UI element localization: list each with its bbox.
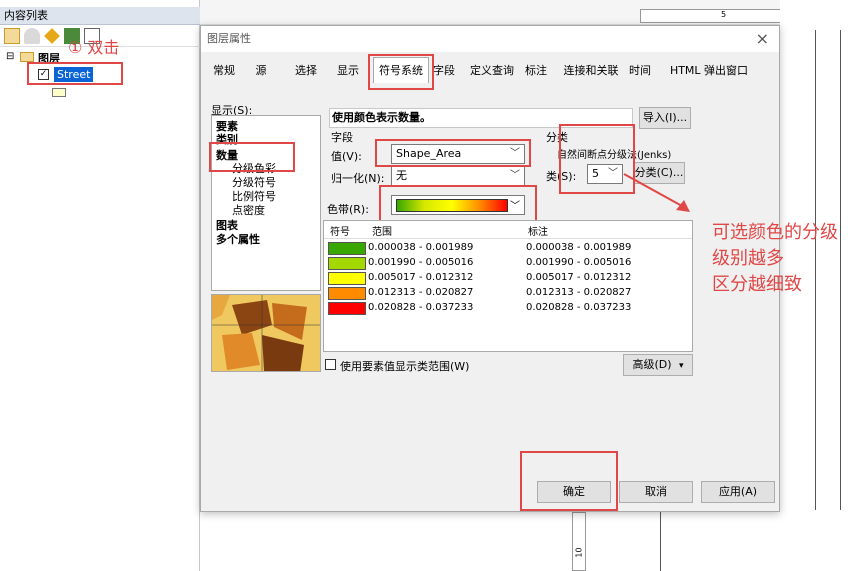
cancel-button[interactable]: 取消 <box>619 481 693 503</box>
vertical-ruler: 10 <box>572 512 586 571</box>
highlight-box-layer <box>27 62 123 85</box>
apply-button[interactable]: 应用(A) <box>701 481 775 503</box>
header-symbol: 符号 <box>330 227 350 238</box>
tab-source[interactable]: 源 <box>249 61 273 81</box>
class-swatch[interactable] <box>328 302 366 315</box>
normalization-selected: 无 <box>396 169 407 182</box>
range-cell: 0.001990 - 0.005016 <box>368 257 474 268</box>
highlight-box-graduated-colors <box>209 142 295 172</box>
tab-general[interactable]: 常规 <box>209 61 239 81</box>
header-label: 标注 <box>528 227 548 238</box>
color-ramp-label: 色带(R): <box>327 203 369 216</box>
annotation-double-click: ① 双击 <box>68 38 120 57</box>
toc-title: 内容列表 <box>0 7 200 25</box>
class-swatch[interactable] <box>328 287 366 300</box>
class-swatch[interactable] <box>328 272 366 285</box>
ruler-tick-v10: 10 <box>574 547 584 558</box>
range-cell: 0.020828 - 0.037233 <box>368 302 474 313</box>
class-rows: 0.000038 - 0.001989 0.000038 - 0.001989 … <box>324 241 692 315</box>
tab-labels[interactable]: 标注 <box>521 61 551 81</box>
annotation-arrow <box>623 173 690 212</box>
label-cell: 0.012313 - 0.020827 <box>526 287 632 298</box>
close-icon[interactable]: × <box>756 29 769 48</box>
value-label: 值(V): <box>331 150 362 163</box>
table-row[interactable]: 0.000038 - 0.001989 0.000038 - 0.001989 <box>324 241 692 256</box>
annotation-note-line2: 级别越多 <box>712 248 784 269</box>
range-cell: 0.012313 - 0.020827 <box>368 287 474 298</box>
layer-properties-dialog: 图层属性 × 常规 源 选择 显示 符号系统 字段 定义查询 标注 连接和关联 … <box>200 25 780 512</box>
highlight-box-value-field <box>375 139 531 167</box>
header-range: 范围 <box>372 227 392 238</box>
preview-map-image <box>211 294 321 372</box>
field-group-label: 字段 <box>331 131 353 144</box>
show-class-ranges-checkbox[interactable] <box>325 359 336 370</box>
layer-symbol-swatch <box>52 88 66 97</box>
chevron-down-icon: ▾ <box>679 361 684 371</box>
tree-item-dot-density[interactable]: 点密度 <box>232 202 265 218</box>
label-cell: 0.005017 - 0.012312 <box>526 272 632 283</box>
import-button[interactable]: 导入(I)... <box>639 107 691 129</box>
table-row[interactable]: 0.001990 - 0.005016 0.001990 - 0.005016 <box>324 256 692 271</box>
list-by-source-icon[interactable] <box>24 28 40 44</box>
class-table: 符号 范围 标注 0.000038 - 0.001989 0.000038 - … <box>323 220 693 352</box>
table-row[interactable]: 0.020828 - 0.037233 0.020828 - 0.037233 <box>324 301 692 316</box>
highlight-box-color-ramp <box>379 185 537 223</box>
tab-joins-relates[interactable]: 连接和关联 <box>561 61 621 81</box>
normalization-combo[interactable]: 无 ﹀ <box>391 166 525 186</box>
advanced-button-label: 高级(D) <box>632 358 672 371</box>
dialog-title: 图层属性 <box>201 26 779 52</box>
advanced-button[interactable]: 高级(D) ▾ <box>623 354 693 376</box>
label-cell: 0.020828 - 0.037233 <box>526 302 632 313</box>
tab-time[interactable]: 时间 <box>625 61 655 81</box>
collapse-icon[interactable]: ⊟ <box>6 51 14 62</box>
tab-fields[interactable]: 字段 <box>431 61 457 81</box>
list-by-visibility-icon[interactable] <box>44 28 60 44</box>
table-of-contents-pane: 内容列表 ⊟ 图层 ✓ Street ① 双击 <box>0 0 200 571</box>
annotation-note-line1: 可选颜色的分级 <box>712 222 838 243</box>
show-class-ranges-label: 使用要素值显示类范围(W) <box>340 360 470 373</box>
layers-icon <box>20 52 34 62</box>
chevron-down-icon: ﹀ <box>510 170 520 181</box>
annotation-note: 可选颜色的分级 级别越多 区分越细致 <box>712 220 838 298</box>
table-row[interactable]: 0.012313 - 0.020827 0.012313 - 0.020827 <box>324 286 692 301</box>
range-cell: 0.005017 - 0.012312 <box>368 272 474 283</box>
annotation-note-line3: 区分越细致 <box>712 274 802 295</box>
class-swatch[interactable] <box>328 242 366 255</box>
label-cell: 0.000038 - 0.001989 <box>526 242 632 253</box>
tree-item-multiple-attributes[interactable]: 多个属性 <box>216 231 260 247</box>
class-swatch[interactable] <box>328 257 366 270</box>
highlight-box-ok <box>520 451 618 511</box>
tab-selection[interactable]: 选择 <box>291 61 321 81</box>
label-cell: 0.001990 - 0.005016 <box>526 257 632 268</box>
table-row[interactable]: 0.005017 - 0.012312 0.005017 - 0.012312 <box>324 271 692 286</box>
tab-definition-query[interactable]: 定义查询 <box>467 61 517 81</box>
normalization-label: 归一化(N): <box>331 172 385 185</box>
list-by-drawing-order-icon[interactable] <box>4 28 20 44</box>
ruler-tick-5: 5 <box>721 10 727 19</box>
highlight-box-symbology-tab <box>368 54 434 90</box>
layout-bottom-area: 10 <box>565 512 865 571</box>
range-cell: 0.000038 - 0.001989 <box>368 242 474 253</box>
tab-html-popup[interactable]: HTML 弹出窗口 <box>667 61 751 81</box>
tab-display[interactable]: 显示 <box>333 61 363 81</box>
